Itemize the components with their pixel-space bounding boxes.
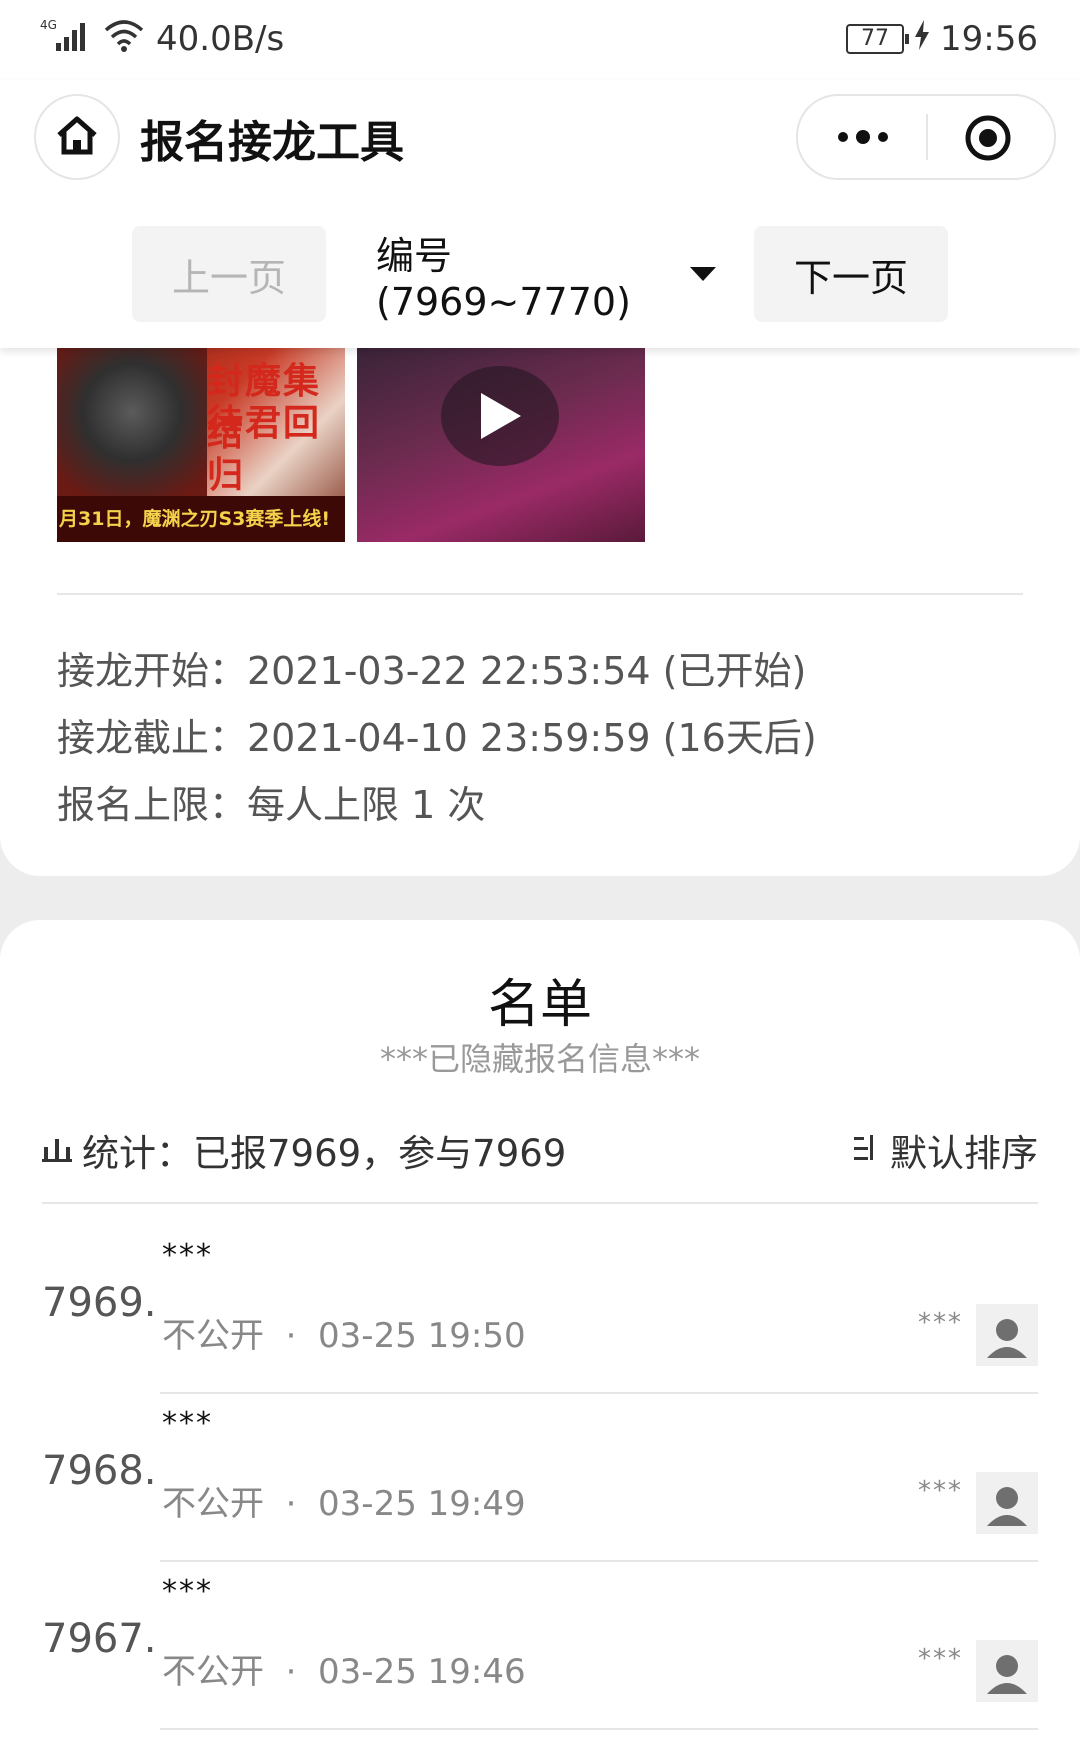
range-dropdown[interactable]: 编号(7969~7770) xyxy=(376,226,716,324)
entry-name: *** xyxy=(162,1574,213,1609)
avatar xyxy=(976,1472,1038,1534)
row-divider xyxy=(160,1728,1038,1730)
sort-icon xyxy=(850,1129,880,1172)
entry-number: 7967. xyxy=(42,1616,157,1662)
home-button[interactable] xyxy=(34,94,120,180)
user-icon xyxy=(987,1655,1027,1694)
mini-program-capsule xyxy=(796,94,1056,180)
divider xyxy=(42,1202,1038,1204)
home-icon xyxy=(55,115,99,159)
capsule-divider xyxy=(926,114,928,160)
entry-number: 7968. xyxy=(42,1448,157,1494)
divider xyxy=(57,593,1023,595)
signal-icon: 4G xyxy=(40,17,92,62)
stats: 统计：已报7969，参与7969 xyxy=(42,1123,566,1177)
entry-time: 03-25 19:50 xyxy=(318,1316,526,1356)
list-item[interactable]: 7968. *** 不公开 · 03-25 19:49 *** xyxy=(0,1394,1080,1562)
wifi-icon xyxy=(104,18,144,61)
prev-page-button[interactable]: 上一页 xyxy=(132,226,326,322)
range-label: 编号(7969~7770) xyxy=(376,233,631,324)
end-time: 接龙截止：2021-04-10 23:59:59 (16天后) xyxy=(57,716,817,760)
clock: 19:56 xyxy=(940,19,1038,59)
entry-privacy: 不公开 xyxy=(162,1652,264,1692)
avatar xyxy=(976,1304,1038,1366)
more-icon xyxy=(838,132,848,142)
hidden-info-note: ***已隐藏报名信息*** xyxy=(379,1040,700,1078)
entry-privacy: 不公开 xyxy=(162,1316,264,1356)
sort-label: 默认排序 xyxy=(890,1132,1038,1175)
entry-meta: 不公开 · 03-25 19:46 xyxy=(162,1652,526,1692)
list-item[interactable]: 7967. *** 不公开 · 03-25 19:46 *** xyxy=(0,1562,1080,1730)
play-button[interactable] xyxy=(441,366,559,466)
start-time: 接龙开始：2021-03-22 22:53:54 (已开始) xyxy=(57,649,807,693)
close-button[interactable] xyxy=(964,114,1012,162)
signup-limit: 报名上限：每人上限 1 次 xyxy=(57,783,486,827)
charging-icon xyxy=(914,19,930,59)
entry-mask: *** xyxy=(918,1308,963,1338)
more-button[interactable] xyxy=(828,116,898,158)
entry-meta: 不公开 · 03-25 19:50 xyxy=(162,1316,526,1356)
avatar xyxy=(976,1640,1038,1702)
target-icon xyxy=(965,115,1011,161)
play-icon xyxy=(481,393,521,439)
sort-button[interactable]: 默认排序 xyxy=(850,1123,1038,1177)
entry-number: 7969. xyxy=(42,1280,157,1326)
banner-text-line2: 待君回归 xyxy=(207,403,322,496)
page-title: 报名接龙工具 xyxy=(140,117,404,168)
status-bar-left: 4G 40.0B/s xyxy=(40,14,284,64)
video-thumbnail[interactable] xyxy=(357,348,645,542)
entry-name: *** xyxy=(162,1238,213,1273)
event-banner-image[interactable]: 封魔集结 待君回归 月31日，魔渊之刃S3赛季上线! xyxy=(57,348,345,542)
svg-text:4G: 4G xyxy=(40,18,57,32)
warrior-figure xyxy=(57,348,207,508)
entry-time: 03-25 19:49 xyxy=(318,1484,526,1524)
battery-icon: 77 xyxy=(846,24,910,54)
status-bar-right: 77 19:56 xyxy=(846,14,1038,64)
entry-meta: 不公开 · 03-25 19:49 xyxy=(162,1484,526,1524)
bar-chart-icon xyxy=(42,1129,72,1172)
stats-text: 统计：已报7969，参与7969 xyxy=(82,1132,567,1175)
banner-strip-text: 月31日，魔渊之刃S3赛季上线! xyxy=(57,496,345,542)
list-title: 名单 xyxy=(487,975,592,1035)
user-icon xyxy=(987,1487,1027,1526)
next-page-button[interactable]: 下一页 xyxy=(754,226,948,322)
network-speed: 40.0B/s xyxy=(156,19,285,59)
entry-mask: *** xyxy=(918,1476,963,1506)
entry-name: *** xyxy=(162,1406,213,1441)
user-icon xyxy=(987,1319,1027,1358)
caret-down-icon xyxy=(690,267,716,281)
entry-mask: *** xyxy=(918,1644,963,1674)
stats-row: 统计：已报7969，参与7969 默认排序 xyxy=(42,1122,1038,1178)
entry-time: 03-25 19:46 xyxy=(318,1652,526,1692)
entry-privacy: 不公开 xyxy=(162,1484,264,1524)
list-item[interactable]: 7969. *** 不公开 · 03-25 19:50 *** xyxy=(0,1226,1080,1394)
